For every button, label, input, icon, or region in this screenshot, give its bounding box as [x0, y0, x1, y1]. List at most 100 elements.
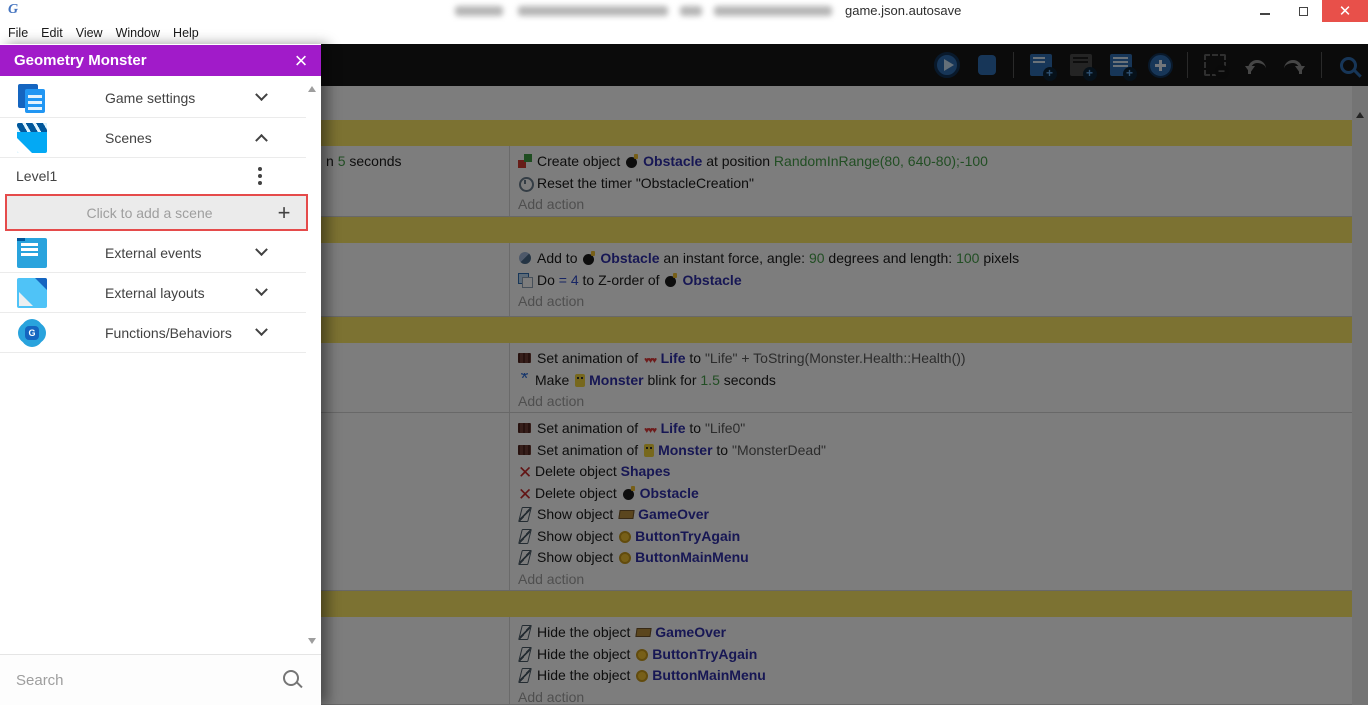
button-icon	[636, 670, 649, 682]
kebab-menu-icon[interactable]	[258, 167, 262, 178]
action-line[interactable]: Hide the object ButtonTryAgain	[510, 644, 1352, 666]
add-subevent-button[interactable]: +	[1067, 52, 1097, 81]
text-segment: 100	[956, 250, 980, 266]
search-icon[interactable]	[281, 668, 305, 692]
menu-item-help[interactable]: Help	[173, 26, 210, 40]
object-link[interactable]: Obstacle	[640, 485, 699, 501]
action-line[interactable]: Add to Obstacle an instant force, angle:…	[510, 248, 1352, 270]
events-scrollbar[interactable]	[1352, 86, 1368, 705]
text-segment: RandomInRange(80, 640-80);-100	[773, 153, 988, 169]
text-segment: seconds	[719, 371, 776, 388]
chevron-down-icon	[255, 323, 268, 337]
redo-button[interactable]	[1281, 52, 1308, 79]
add-event-button[interactable]: +	[1027, 52, 1057, 81]
debug-icon	[972, 55, 1001, 75]
object-link[interactable]: Monster	[658, 442, 712, 458]
button-icon	[619, 530, 632, 543]
object-link[interactable]: ButtonMainMenu	[635, 549, 749, 565]
undo-button[interactable]	[1241, 52, 1268, 79]
add-new-icon	[1148, 52, 1173, 78]
menu-item-edit[interactable]: Edit	[41, 26, 74, 40]
object-link[interactable]: ButtonMainMenu	[652, 667, 766, 683]
toolbar-separator	[1321, 52, 1322, 78]
show-action-icon	[518, 529, 533, 543]
timer-action-icon	[518, 176, 534, 192]
action-line[interactable]: Do = 4 to Z-order of Obstacle	[510, 270, 1352, 292]
add-action-link[interactable]: Add action	[510, 569, 1352, 591]
scroll-down-icon[interactable]	[308, 638, 316, 644]
object-link[interactable]: ButtonTryAgain	[635, 528, 740, 544]
scene-item-level1[interactable]: Level1	[0, 158, 306, 194]
minimize-button[interactable]	[1246, 0, 1284, 22]
hearts-icon: ♥♥♥	[644, 355, 657, 365]
anim-action-icon	[518, 421, 533, 435]
scroll-up-icon[interactable]	[1356, 112, 1364, 118]
sidebar-item-game-settings[interactable]: Game settings	[0, 78, 306, 118]
blink-action-icon: *	[520, 372, 529, 387]
action-line[interactable]: Reset the timer "ObstacleCreation"	[510, 173, 1352, 195]
action-line[interactable]: Hide the object GameOver	[510, 622, 1352, 644]
object-link[interactable]: Obstacle	[643, 153, 702, 169]
object-link[interactable]: ButtonTryAgain	[652, 646, 757, 662]
condition-line[interactable]: n 5 seconds	[326, 151, 509, 173]
add-new-button[interactable]	[1147, 52, 1174, 79]
action-line[interactable]: Set animation of ♥♥♥ Life to "Life0"	[510, 418, 1352, 440]
add-subevent-icon: +	[1069, 54, 1097, 81]
add-comment-button[interactable]: +	[1107, 52, 1137, 81]
drawer-scrollbar[interactable]	[306, 80, 318, 650]
sidebar-item-label: External events	[105, 244, 202, 261]
external-layouts-icon	[17, 277, 47, 308]
close-button[interactable]: ✕	[1322, 0, 1368, 22]
sidebar-item-scenes[interactable]: Scenes	[0, 118, 306, 158]
menu-item-file[interactable]: File	[8, 26, 39, 40]
object-link[interactable]: Life	[661, 420, 686, 436]
restore-button[interactable]	[1284, 0, 1322, 22]
sidebar-item-external-events[interactable]: External events	[0, 233, 306, 273]
object-link[interactable]: Monster	[589, 372, 643, 388]
scroll-up-icon[interactable]	[308, 86, 316, 92]
close-drawer-icon[interactable]: ×	[281, 49, 321, 72]
add-scene-row[interactable]: Click to add a scene +	[5, 194, 308, 231]
search-input[interactable]	[0, 671, 281, 689]
plus-icon[interactable]: +	[262, 200, 306, 226]
add-action-link[interactable]: Add action	[510, 291, 1352, 313]
action-line[interactable]: ✕ Delete object Obstacle	[510, 483, 1352, 505]
action-line[interactable]: Set animation of Monster to "MonsterDead…	[510, 440, 1352, 462]
sidebar-item-functions-behaviors[interactable]: Functions/Behaviors	[0, 313, 306, 353]
action-line[interactable]: Set animation of ♥♥♥ Life to "Life" + ToS…	[510, 348, 1352, 370]
text-segment: Set animation of	[537, 441, 643, 458]
add-action-link[interactable]: Add action	[510, 687, 1352, 705]
remove-selected-button[interactable]: −	[1201, 52, 1229, 79]
object-link[interactable]: Obstacle	[682, 272, 741, 288]
search-button[interactable]	[1335, 52, 1362, 79]
action-line[interactable]: ✕ Delete object Shapes	[510, 461, 1352, 483]
actions-column: Set animation of ♥♥♥ Life to "Life" + ToS…	[510, 343, 1352, 412]
object-link[interactable]: Obstacle	[600, 250, 659, 266]
object-link[interactable]: Shapes	[621, 463, 671, 479]
action-line[interactable]: Hide the object ButtonMainMenu	[510, 665, 1352, 687]
object-link[interactable]: GameOver	[638, 506, 709, 522]
button-icon	[636, 648, 649, 661]
show-action-icon	[518, 668, 533, 682]
debug-button[interactable]	[972, 52, 1001, 79]
action-line[interactable]: Show object ButtonMainMenu	[510, 547, 1352, 569]
text-segment: "Life0"	[704, 420, 746, 436]
sidebar-item-external-layouts[interactable]: External layouts	[0, 273, 306, 313]
action-line[interactable]: Show object GameOver	[510, 504, 1352, 526]
menu-item-window[interactable]: Window	[116, 26, 171, 40]
play-button[interactable]	[933, 52, 960, 79]
action-line[interactable]: Show object ButtonTryAgain	[510, 526, 1352, 548]
object-link[interactable]: Life	[661, 350, 686, 366]
action-line[interactable]: Create object Obstacle at position Rando…	[510, 151, 1352, 173]
text-segment: Add action	[518, 570, 585, 587]
menu-item-view[interactable]: View	[76, 26, 114, 40]
add-action-link[interactable]: Add action	[510, 391, 1352, 412]
show-action-icon	[518, 625, 533, 639]
action-line[interactable]: * Make Monster blink for 1.5 seconds	[510, 370, 1352, 392]
bomb-icon	[622, 485, 636, 500]
add-action-link[interactable]: Add action	[510, 194, 1352, 216]
object-link[interactable]: GameOver	[655, 624, 726, 640]
text-segment: Add action	[518, 293, 585, 309]
chevron-up-icon	[255, 133, 268, 147]
show-action-icon	[518, 647, 533, 661]
